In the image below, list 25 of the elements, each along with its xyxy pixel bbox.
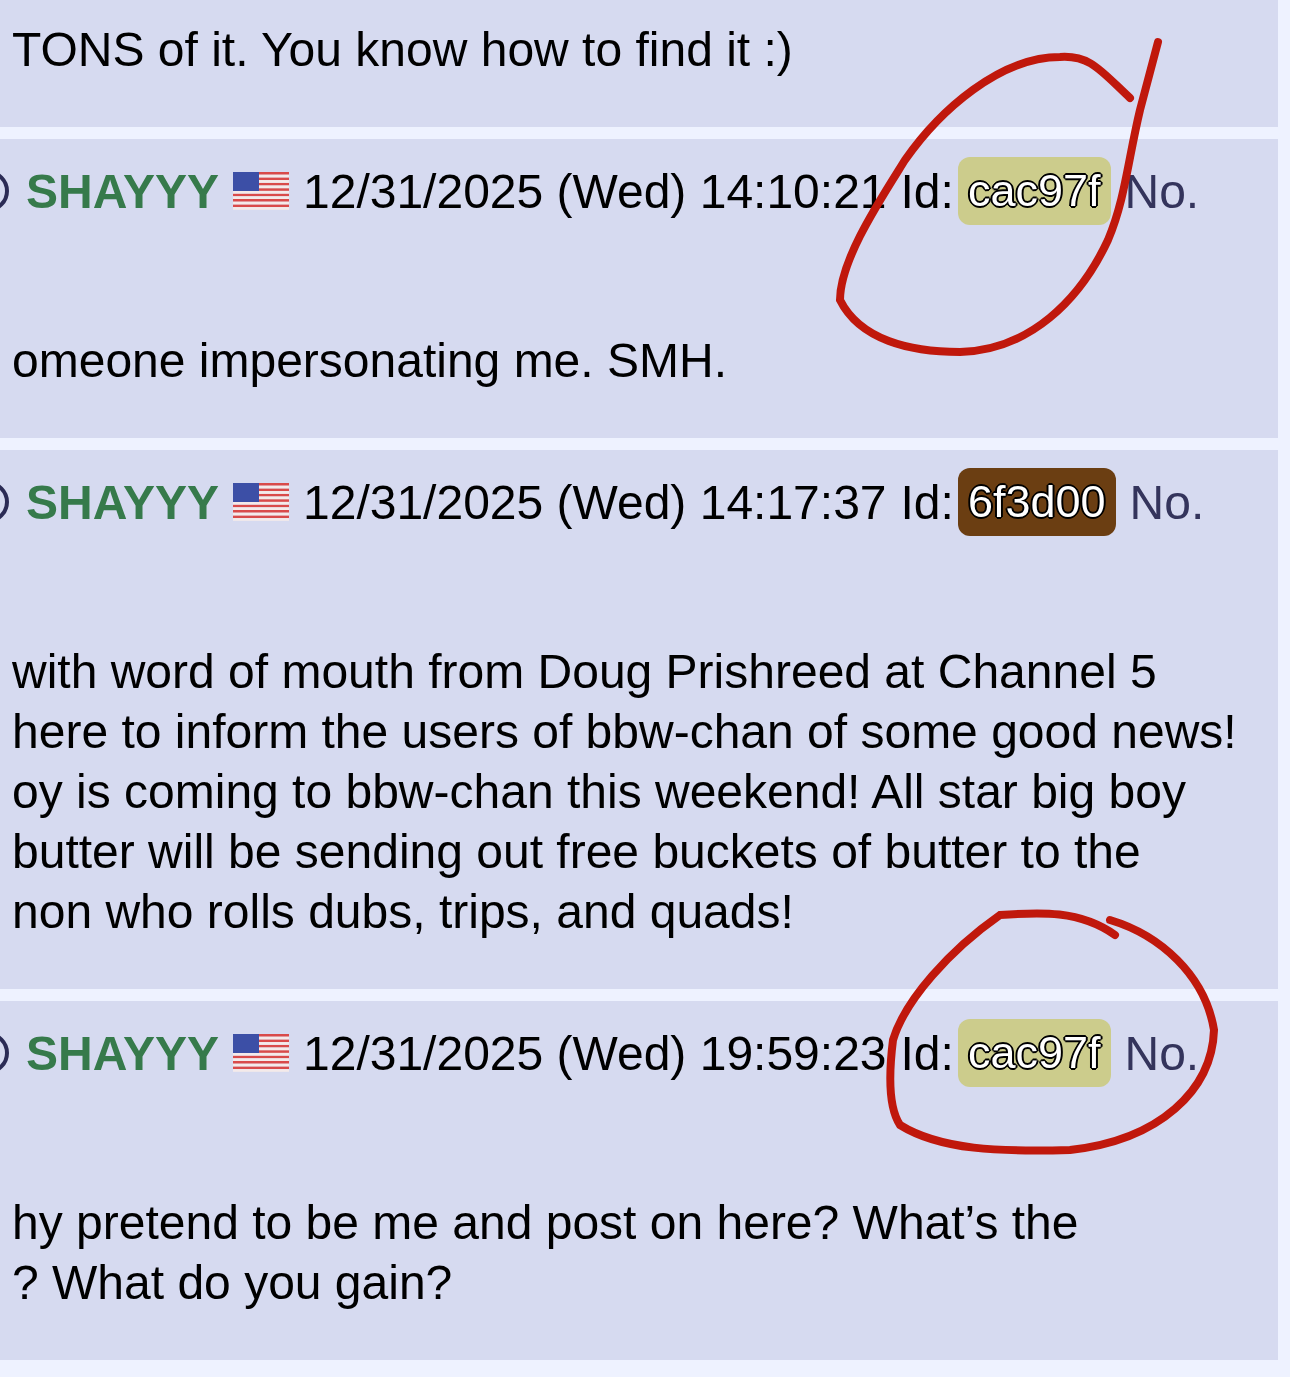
- post-text: oy is coming to bbw-chan this weekend! All star big boy: [12, 764, 1187, 820]
- post-text: TONS of it. You know how to find it :): [12, 22, 794, 78]
- id-label: Id:: [900, 474, 954, 530]
- post-number-link[interactable]: No.: [1124, 163, 1200, 219]
- flag-icon: [233, 1034, 289, 1072]
- poster-name: SHAYYY: [26, 474, 219, 530]
- id-label: Id:: [900, 163, 954, 219]
- poster-name: SHAYYY: [26, 1025, 219, 1081]
- post-text: with word of mouth from Doug Prishreed at Channel 5: [12, 644, 1158, 700]
- post-date: 12/31/2025 (Wed) 19:59:23: [303, 1025, 887, 1081]
- flag-icon: [233, 483, 289, 521]
- post-text: ? What do you gain?: [12, 1255, 454, 1311]
- post-text: butter will be sending out free buckets of butter to the: [12, 824, 1142, 880]
- post-text: omeone impersonating me. SMH.: [12, 333, 728, 389]
- post-text: non who rolls dubs, trips, and quads!: [12, 884, 795, 940]
- post-date: 12/31/2025 (Wed) 14:10:21: [303, 163, 887, 219]
- post-text: hy pretend to be me and post on here? What’s the: [12, 1195, 1080, 1251]
- post-text: here to inform the users of bbw-chan of some good news!: [12, 704, 1238, 760]
- id-label: Id:: [900, 1025, 954, 1081]
- flag-icon: [233, 172, 289, 210]
- post-number-link[interactable]: No.: [1129, 474, 1205, 530]
- post-number-link[interactable]: No.: [1124, 1025, 1200, 1081]
- poster-id[interactable]: 6f3d00: [957, 468, 1116, 536]
- poster-name: SHAYYY: [26, 163, 219, 219]
- post-date: 12/31/2025 (Wed) 14:17:37: [303, 474, 887, 530]
